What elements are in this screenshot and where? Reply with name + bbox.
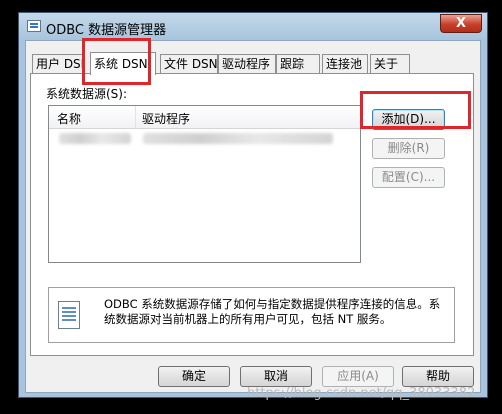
system-dsn-list[interactable]: 名称 驱动程序 <box>48 105 361 263</box>
tab-about[interactable]: 关于 <box>370 54 410 73</box>
title-bar[interactable]: ODBC 数据源管理器 X <box>19 13 487 40</box>
tab-drivers[interactable]: 驱动程序 <box>218 54 276 73</box>
window-title: ODBC 数据源管理器 <box>46 23 167 38</box>
data-source-icon <box>58 301 80 329</box>
close-button[interactable]: X <box>440 14 482 33</box>
help-button[interactable]: 帮助 <box>402 366 474 387</box>
configure-button[interactable]: 配置(C)... <box>372 167 445 188</box>
tab-file-dsn[interactable]: 文件 DSN <box>160 54 218 73</box>
redacted-dsn-driver[interactable] <box>143 133 333 144</box>
highlight-add-button <box>360 91 471 129</box>
redacted-dsn-name[interactable] <box>59 133 131 144</box>
cancel-button[interactable]: 取消 <box>240 366 312 387</box>
apply-button[interactable]: 应用(A) <box>322 366 394 387</box>
remove-button[interactable]: 删除(R) <box>372 138 445 159</box>
watermark: https://blog.csdn.net/qq_38033382 <box>247 386 476 401</box>
column-header-name[interactable]: 名称 <box>57 110 81 127</box>
column-header-driver[interactable]: 驱动程序 <box>142 110 190 127</box>
odbc-app-icon <box>27 20 41 32</box>
ok-button[interactable]: 确定 <box>158 366 230 387</box>
tab-user-dsn[interactable]: 用户 DSN <box>32 54 83 73</box>
highlight-system-dsn-tab <box>82 38 151 85</box>
list-header: 名称 驱动程序 <box>49 106 360 129</box>
tab-tracing[interactable]: 跟踪 <box>276 54 320 73</box>
tab-connection-pooling[interactable]: 连接池 <box>322 54 368 73</box>
system-data-sources-label: 系统数据源(S): <box>46 87 128 101</box>
column-separator[interactable] <box>135 106 136 128</box>
info-box: ODBC 系统数据源存储了如何与指定数据提供程序连接的信息。系统数据源对当前机器… <box>48 287 455 343</box>
info-text: ODBC 系统数据源存储了如何与指定数据提供程序连接的信息。系统数据源对当前机器… <box>104 297 441 326</box>
